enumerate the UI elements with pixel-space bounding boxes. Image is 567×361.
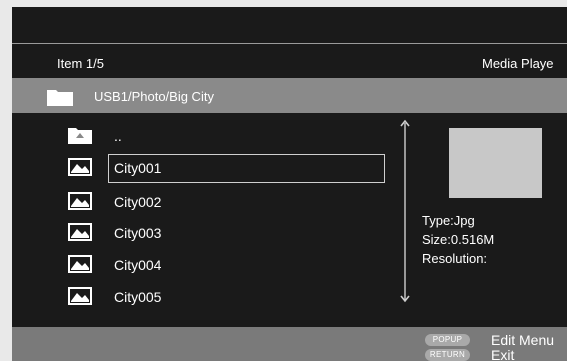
preview-thumbnail bbox=[449, 128, 542, 198]
breadcrumb: USB1/Photo/Big City bbox=[12, 78, 567, 113]
file-size: Size:0.516M bbox=[422, 232, 495, 247]
popup-key: POPUP bbox=[425, 334, 470, 346]
list-item[interactable]: City004 bbox=[12, 250, 392, 280]
info-row: Item 1/5 Media Playe bbox=[12, 44, 567, 78]
list-item-label: City005 bbox=[114, 289, 162, 305]
photo-icon bbox=[68, 223, 92, 241]
list-item[interactable]: City005 bbox=[12, 282, 392, 312]
folder-icon bbox=[47, 90, 73, 106]
exit-label: Exit bbox=[491, 347, 515, 361]
file-details: Type:Jpg Size:0.516M Resolution: bbox=[422, 211, 494, 268]
parent-folder-label: .. bbox=[114, 128, 122, 144]
list-item-selected[interactable]: City001 bbox=[12, 153, 392, 183]
list-item-label: City002 bbox=[114, 194, 162, 210]
list-item-label: City004 bbox=[114, 257, 162, 273]
list-item[interactable]: City002 bbox=[12, 187, 392, 217]
list-item-label: City001 bbox=[114, 160, 162, 176]
scrollbar[interactable] bbox=[399, 118, 411, 304]
list-item-label: City003 bbox=[114, 225, 162, 241]
header-bar bbox=[12, 7, 567, 43]
file-type: Type:Jpg bbox=[422, 213, 475, 228]
item-count: Item 1/5 bbox=[57, 56, 104, 71]
file-resolution: Resolution: bbox=[422, 251, 488, 266]
list-item[interactable]: City003 bbox=[12, 218, 392, 248]
edit-menu-label: Edit Menu bbox=[491, 332, 555, 348]
app-name: Media Playe bbox=[482, 56, 554, 71]
return-key: RETURN bbox=[425, 349, 470, 361]
photo-icon bbox=[68, 287, 92, 305]
parent-folder-icon bbox=[68, 128, 92, 144]
photo-icon bbox=[68, 158, 92, 176]
media-player-screen: Item 1/5 Media Playe USB1/Photo/Big City… bbox=[12, 7, 567, 361]
file-list: .. City001 City002 City003 City004 City0… bbox=[12, 113, 567, 327]
photo-icon bbox=[68, 255, 92, 273]
photo-icon bbox=[68, 192, 92, 210]
footer-bar: POPUP Edit Menu RETURN Exit bbox=[12, 327, 567, 361]
path-text: USB1/Photo/Big City bbox=[94, 89, 214, 104]
list-item-parent-folder[interactable]: .. bbox=[12, 121, 392, 151]
